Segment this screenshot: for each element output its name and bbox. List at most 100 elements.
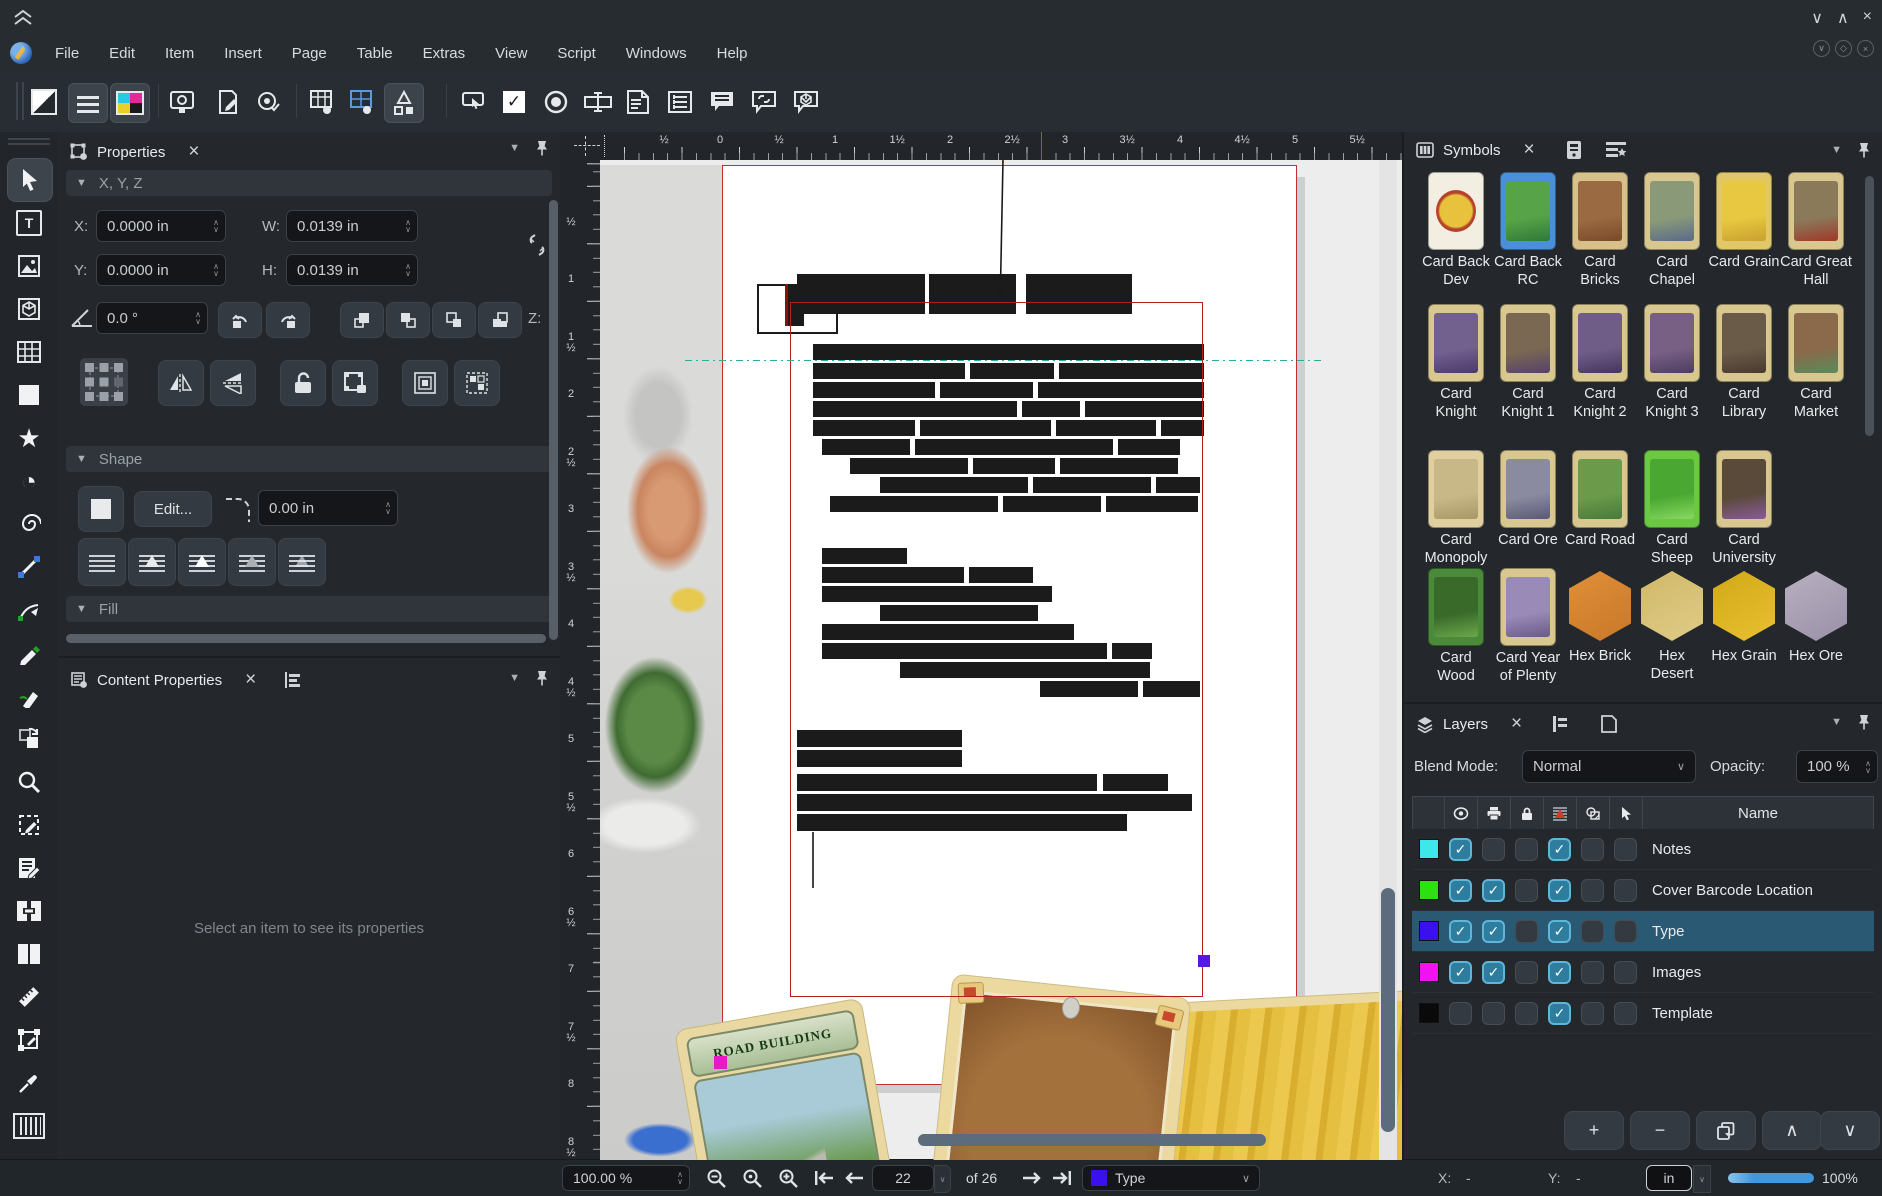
insert-render-frame-tool[interactable] [7,288,51,330]
symbols-list-icon[interactable] [1605,141,1627,159]
menu-insert[interactable]: Insert [209,41,277,66]
link-wh-icon[interactable] [524,232,550,258]
layer-printable-checkbox[interactable]: ✓ [1482,961,1505,984]
ungroup-button[interactable] [454,360,500,406]
last-page-icon[interactable] [1052,1170,1072,1186]
layer-select-checkbox[interactable] [1614,961,1637,984]
content-properties-align-icon[interactable] [283,671,303,689]
zoom-out-icon[interactable] [706,1168,726,1188]
layer-row-notes[interactable]: ✓ ✓ Notes [1412,829,1874,870]
layer-outline-checkbox[interactable]: ✓ [1548,838,1571,861]
content-properties-close-icon[interactable]: × [245,669,256,691]
pdf-radio-button-icon[interactable] [540,86,572,118]
x-position-input[interactable]: 0.0000 in∧∨ [96,210,226,242]
layer-outline-checkbox[interactable]: ✓ [1548,920,1571,943]
corner-radius-input[interactable]: 0.00 in∧∨ [258,490,398,526]
layer-flow-checkbox[interactable] [1581,1002,1604,1025]
active-layer-select[interactable]: Type ∨ [1082,1165,1260,1191]
layer-locked-checkbox[interactable] [1515,838,1538,861]
symbol-card-knight[interactable]: Card Knight [1420,304,1492,450]
layers-tree-icon[interactable] [1551,715,1569,733]
edit-contents-tool[interactable] [7,804,51,846]
ruler-origin-icon[interactable] [570,135,605,157]
pdf-list-box-icon[interactable] [664,86,696,118]
layer-select-checkbox[interactable] [1614,1002,1637,1025]
delete-layer-button[interactable]: − [1630,1111,1690,1150]
menu-help[interactable]: Help [702,41,763,66]
toolbar-grip[interactable] [22,82,24,120]
insert-line-tool[interactable] [7,546,51,588]
zoom-in-icon[interactable] [778,1168,798,1188]
eye-dropper-tool[interactable] [7,1062,51,1104]
layer-row-type[interactable]: ✓✓✓Type [1412,911,1874,952]
layers-pin-icon[interactable] [1858,714,1870,730]
content-properties-collapse-icon[interactable]: ▼ [509,672,520,684]
insert-calligraphic-line-tool[interactable] [7,675,51,717]
table-lock-icon[interactable] [306,86,338,118]
layer-printable-checkbox[interactable]: ✓ [1482,879,1505,902]
window-maximize-icon[interactable]: ∧ [1837,8,1849,28]
measurements-tool[interactable] [7,976,51,1018]
lower-layer-button[interactable]: ∨ [1820,1111,1880,1150]
menu-windows[interactable]: Windows [611,41,702,66]
horizontal-ruler[interactable]: ½0½11½22½33½44½55½ [560,132,1402,160]
lock-icon[interactable] [1511,797,1544,829]
road-building-card[interactable]: ROAD BUILDING [674,997,906,1160]
menu-view[interactable]: View [480,41,542,66]
copy-item-properties-tool[interactable] [7,1019,51,1061]
layer-name[interactable]: Cover Barcode Location [1642,882,1874,899]
layer-name[interactable]: Notes [1642,841,1874,858]
insert-polygon-tool[interactable]: ★ [7,417,51,459]
menu-script[interactable]: Script [542,41,610,66]
ruler-corner[interactable] [560,132,616,160]
properties-vscrollbar[interactable] [549,200,558,640]
layer-color-swatch[interactable] [1419,839,1439,859]
unlink-text-frames-tool[interactable] [7,933,51,975]
menu-item[interactable]: Item [150,41,209,66]
raise-layer-button[interactable]: ∧ [1762,1111,1822,1150]
symbol-card-bricks[interactable]: Card Bricks [1564,172,1636,304]
select-cursor-icon[interactable] [1610,797,1643,829]
layers-page-icon[interactable] [1600,714,1618,734]
layer-select-checkbox[interactable] [1614,838,1637,861]
blend-mode-select[interactable]: Normal ∨ [1522,750,1696,783]
magenta-handle[interactable] [714,1056,727,1069]
symbol-card-great-hall[interactable]: Card Great Hall [1780,172,1852,304]
symbol-card-road[interactable]: Card Road [1564,450,1636,568]
text-flow-image-button[interactable] [278,538,326,586]
pdf-text-annotation-icon[interactable] [706,86,738,118]
layer-name[interactable]: Type [1642,923,1874,940]
toolbar-grip[interactable] [16,82,18,120]
symbol-card-ore[interactable]: Card Ore [1492,450,1564,568]
layer-outline-checkbox[interactable]: ✓ [1548,879,1571,902]
symbol-card-market[interactable]: Card Market [1780,304,1852,450]
layer-locked-checkbox[interactable] [1515,920,1538,943]
symbol-card-knight-2[interactable]: Card Knight 2 [1564,304,1636,450]
symbol-card-knight-1[interactable]: Card Knight 1 [1492,304,1564,450]
section-shape[interactable]: ▼Shape [66,446,552,472]
layer-visible-checkbox[interactable]: ✓ [1449,838,1472,861]
symbol-card-knight-3[interactable]: Card Knight 3 [1636,304,1708,450]
properties-hscrollbar[interactable] [66,634,546,643]
layer-outline-checkbox[interactable]: ✓ [1548,1002,1571,1025]
rotate-item-tool[interactable] [7,718,51,760]
doc-restore-icon[interactable]: ◇ [1835,40,1852,57]
content-properties-pin-icon[interactable] [536,670,548,686]
flip-vertical-button[interactable] [210,360,256,406]
raise-to-top-button[interactable] [340,302,384,338]
insert-freehand-line-tool[interactable] [7,632,51,674]
objects-wireframe-icon[interactable] [1577,797,1610,829]
pdf-3d-annotation-icon[interactable] [790,86,822,118]
duplicate-layer-button[interactable] [1696,1111,1756,1150]
lower-to-bottom-button[interactable] [478,302,522,338]
menu-edit[interactable]: Edit [94,41,150,66]
text-flow-contour-button[interactable] [228,538,276,586]
pdf-combo-box-icon[interactable] [622,86,654,118]
layer-select-checkbox[interactable] [1614,879,1637,902]
previous-page-icon[interactable] [844,1170,864,1186]
zoom-100-icon[interactable] [742,1168,762,1188]
insert-spiral-tool[interactable] [7,503,51,545]
next-page-icon[interactable] [1022,1170,1042,1186]
layer-name[interactable]: Images [1642,964,1874,981]
height-input[interactable]: 0.0139 in∧∨ [286,254,418,286]
